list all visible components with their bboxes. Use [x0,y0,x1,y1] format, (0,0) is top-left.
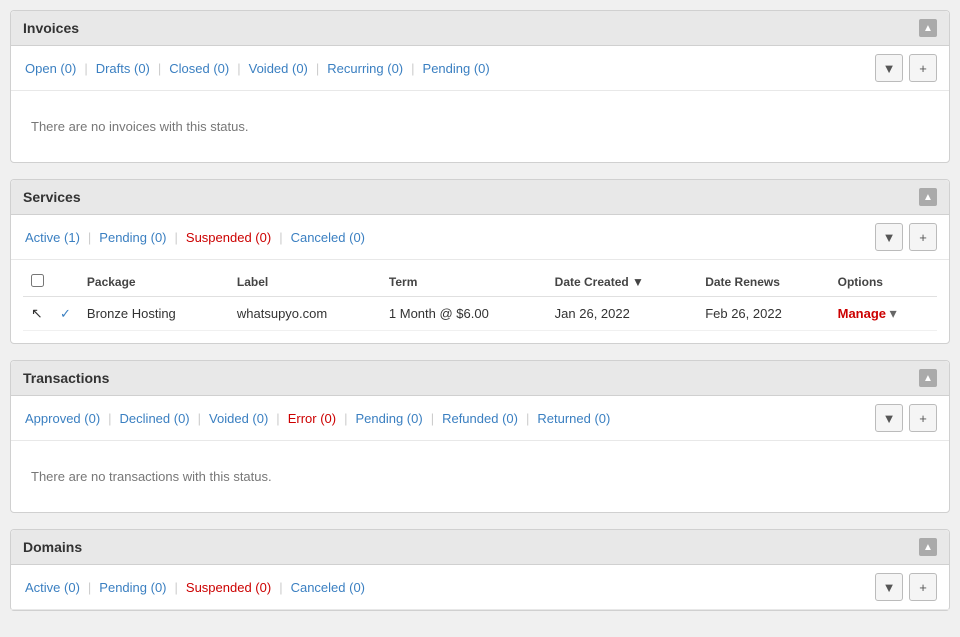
tab-invoices-closed[interactable]: Closed (0) [167,61,231,76]
tab-transactions-pending[interactable]: Pending (0) [353,411,424,426]
row-expand-button[interactable]: ▾ [890,305,897,322]
services-section: Services ▲ Active (1) | Pending (0) | Su… [10,179,950,344]
services-collapse-button[interactable]: ▲ [919,188,937,206]
services-header: Services ▲ [11,180,949,215]
domains-tabs-row: Active (0) | Pending (0) | Suspended (0)… [11,565,949,610]
tab-transactions-error[interactable]: Error (0) [286,411,338,426]
domains-title: Domains [23,539,82,555]
row-term: 1 Month @ $6.00 [381,297,547,331]
invoices-header: Invoices ▲ [11,11,949,46]
tab-domains-pending[interactable]: Pending (0) [97,580,168,595]
invoices-tabs: Open (0) | Drafts (0) | Closed (0) | Voi… [23,61,492,76]
row-date-created: Jan 26, 2022 [547,297,698,331]
tab-services-canceled[interactable]: Canceled (0) [289,230,367,245]
transactions-section: Transactions ▲ Approved (0) | Declined (… [10,360,950,513]
transactions-header: Transactions ▲ [11,361,949,396]
tab-invoices-voided[interactable]: Voided (0) [247,61,310,76]
domains-header: Domains ▲ [11,530,949,565]
row-package: Bronze Hosting [79,297,229,331]
invoices-actions: ▼ + [875,54,937,82]
tab-transactions-voided[interactable]: Voided (0) [207,411,270,426]
services-actions: ▼ + [875,223,937,251]
transactions-actions: ▼ + [875,404,937,432]
invoices-collapse-button[interactable]: ▲ [919,19,937,37]
domains-actions: ▼ + [875,573,937,601]
services-title: Services [23,189,81,205]
tab-invoices-pending[interactable]: Pending (0) [421,61,492,76]
domains-tabs: Active (0) | Pending (0) | Suspended (0)… [23,580,367,595]
transactions-body: There are no transactions with this stat… [11,441,949,512]
services-tabs: Active (1) | Pending (0) | Suspended (0)… [23,230,367,245]
tab-transactions-approved[interactable]: Approved (0) [23,411,102,426]
row-options-cell: Manage ▾ [830,297,937,331]
col-options: Options [830,268,937,297]
col-term[interactable]: Term [381,268,547,297]
manage-link[interactable]: Manage [838,306,886,321]
invoices-filter-button[interactable]: ▼ [875,54,903,82]
select-all-checkbox[interactable] [31,274,44,287]
transactions-title: Transactions [23,370,109,386]
invoices-add-button[interactable]: + [909,54,937,82]
transactions-filter-button[interactable]: ▼ [875,404,903,432]
col-package[interactable]: Package [79,268,229,297]
col-date-renews[interactable]: Date Renews [697,268,829,297]
tab-transactions-returned[interactable]: Returned (0) [535,411,612,426]
col-checkbox [23,268,52,297]
services-table-header-row: Package Label Term Date Created ▼ Date R… [23,268,937,297]
services-table: Package Label Term Date Created ▼ Date R… [23,268,937,331]
transactions-tabs-row: Approved (0) | Declined (0) | Voided (0)… [11,396,949,441]
tab-domains-canceled[interactable]: Canceled (0) [289,580,367,595]
domains-filter-button[interactable]: ▼ [875,573,903,601]
row-tick-cell: ✓ [52,297,79,331]
table-row: ↖ ✓ Bronze Hosting whatsupyo.com 1 Month… [23,297,937,331]
services-tabs-row: Active (1) | Pending (0) | Suspended (0)… [11,215,949,260]
col-label[interactable]: Label [229,268,381,297]
tab-invoices-drafts[interactable]: Drafts (0) [94,61,152,76]
tab-invoices-open[interactable]: Open (0) [23,61,78,76]
services-add-button[interactable]: + [909,223,937,251]
tab-domains-suspended[interactable]: Suspended (0) [184,580,273,595]
col-date-created[interactable]: Date Created ▼ [547,268,698,297]
row-date-renews: Feb 26, 2022 [697,297,829,331]
invoices-tabs-row: Open (0) | Drafts (0) | Closed (0) | Voi… [11,46,949,91]
transactions-empty-message: There are no transactions with this stat… [23,451,937,502]
col-tick [52,268,79,297]
invoices-section: Invoices ▲ Open (0) | Drafts (0) | Close… [10,10,950,163]
tab-services-active[interactable]: Active (1) [23,230,82,245]
tab-services-suspended[interactable]: Suspended (0) [184,230,273,245]
transactions-tabs: Approved (0) | Declined (0) | Voided (0)… [23,411,612,426]
row-label: whatsupyo.com [229,297,381,331]
domains-section: Domains ▲ Active (0) | Pending (0) | Sus… [10,529,950,611]
invoices-title: Invoices [23,20,79,36]
checkmark-icon: ✓ [60,306,71,321]
tab-domains-active[interactable]: Active (0) [23,580,82,595]
row-checkbox-cell: ↖ [23,297,52,331]
domains-add-button[interactable]: + [909,573,937,601]
tab-transactions-refunded[interactable]: Refunded (0) [440,411,520,426]
tab-transactions-declined[interactable]: Declined (0) [118,411,192,426]
invoices-empty-message: There are no invoices with this status. [23,101,937,152]
services-table-container: Package Label Term Date Created ▼ Date R… [11,260,949,343]
tab-invoices-recurring[interactable]: Recurring (0) [325,61,405,76]
cursor-icon: ↖ [31,305,43,321]
services-filter-button[interactable]: ▼ [875,223,903,251]
invoices-body: There are no invoices with this status. [11,91,949,162]
tab-services-pending[interactable]: Pending (0) [97,230,168,245]
domains-collapse-button[interactable]: ▲ [919,538,937,556]
sort-arrow-icon: ▼ [632,275,644,289]
transactions-add-button[interactable]: + [909,404,937,432]
transactions-collapse-button[interactable]: ▲ [919,369,937,387]
